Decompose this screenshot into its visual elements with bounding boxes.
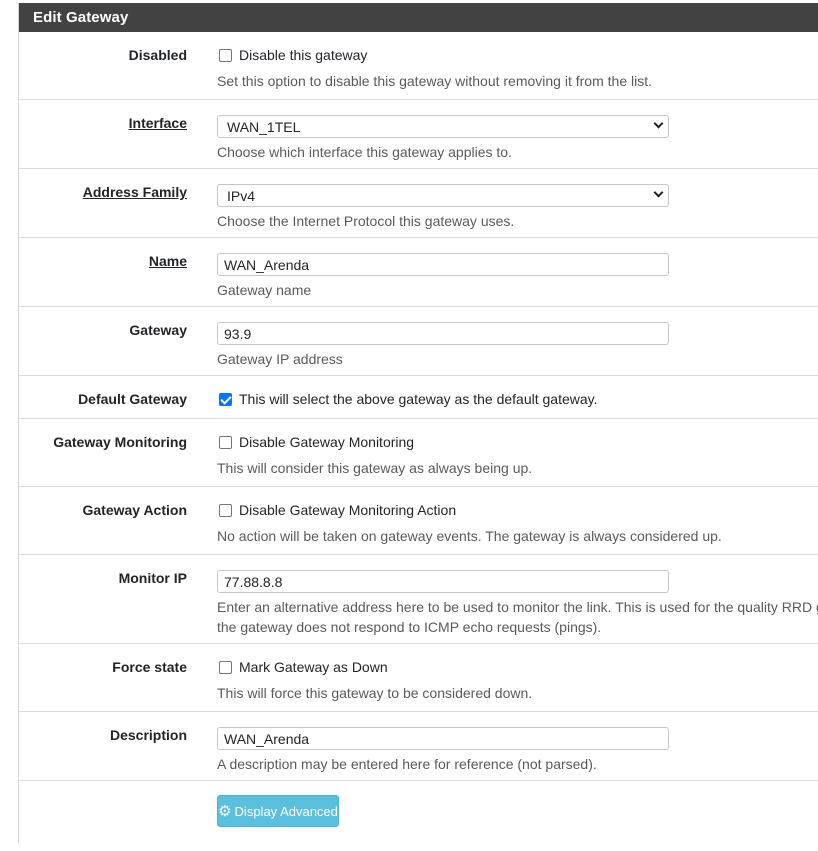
address-family-select-value: IPv4 bbox=[227, 188, 256, 204]
disable-gateway-checkbox-line[interactable]: Disable this gateway bbox=[217, 47, 367, 63]
row-monitor-ip: Monitor IP 77.88.8.8 Enter an alternativ… bbox=[19, 555, 818, 644]
row-default-gateway: Default Gateway This will select the abo… bbox=[19, 376, 818, 419]
gateway-ip-input-value: 93.9 bbox=[224, 326, 252, 342]
gateway-monitoring-checkbox-line[interactable]: Disable Gateway Monitoring bbox=[217, 434, 414, 450]
address-family-label[interactable]: Address Family bbox=[83, 184, 187, 200]
name-input[interactable]: WAN_Arenda bbox=[217, 253, 669, 276]
default-gateway-checkbox-line[interactable]: This will select the above gateway as th… bbox=[217, 391, 598, 407]
monitor-ip-input[interactable]: 77.88.8.8 bbox=[217, 570, 669, 593]
row-gateway: Gateway 93.9 Gateway IP address bbox=[19, 307, 818, 376]
monitor-ip-input-value: 77.88.8.8 bbox=[224, 574, 283, 590]
row-address-family: Address Family IPv4 Choose the Internet … bbox=[19, 169, 818, 238]
gateway-action-checkbox-line[interactable]: Disable Gateway Monitoring Action bbox=[217, 502, 456, 518]
row-name: Name WAN_Arenda Gateway name bbox=[19, 238, 818, 307]
mark-down-checkbox[interactable] bbox=[219, 660, 232, 674]
default-gateway-label: Default Gateway bbox=[78, 391, 187, 407]
panel-title: Edit Gateway bbox=[19, 3, 818, 32]
display-advanced-button[interactable]: ⚙ Display Advanced bbox=[217, 795, 339, 827]
force-state-checkbox-line[interactable]: Mark Gateway as Down bbox=[217, 659, 388, 675]
disabled-help: Set this option to disable this gateway … bbox=[217, 73, 652, 89]
row-disabled: Disabled Disable this gateway Set this o… bbox=[19, 32, 818, 100]
chevron-down-icon bbox=[653, 187, 664, 198]
row-gateway-monitoring: Gateway Monitoring Disable Gateway Monit… bbox=[19, 419, 818, 487]
description-help: A description may be entered here for re… bbox=[217, 756, 597, 772]
row-description: Description WAN_Arenda A description may… bbox=[19, 712, 818, 781]
gateway-label: Gateway bbox=[129, 322, 187, 338]
display-advanced-label: Display Advanced bbox=[234, 803, 338, 819]
row-display-advanced: ⚙ Display Advanced bbox=[19, 781, 818, 851]
gateway-action-label: Gateway Action bbox=[82, 502, 187, 518]
gear-icon: ⚙ bbox=[218, 802, 232, 820]
description-input[interactable]: WAN_Arenda bbox=[217, 727, 669, 750]
address-family-select[interactable]: IPv4 bbox=[217, 184, 669, 207]
mark-down-checkbox-label: Mark Gateway as Down bbox=[239, 659, 388, 675]
interface-help: Choose which interface this gateway appl… bbox=[217, 144, 512, 160]
name-label[interactable]: Name bbox=[149, 253, 187, 269]
force-state-help: This will force this gateway to be consi… bbox=[217, 685, 533, 701]
edit-gateway-panel: Edit Gateway Disabled Disable this gatew… bbox=[18, 3, 818, 843]
disable-monitoring-checkbox-label: Disable Gateway Monitoring bbox=[239, 434, 415, 450]
row-force-state: Force state Mark Gateway as Down This wi… bbox=[19, 644, 818, 712]
default-gateway-checkbox-label: This will select the above gateway as th… bbox=[239, 391, 598, 407]
monitor-ip-label: Monitor IP bbox=[118, 570, 187, 586]
row-gateway-action: Gateway Action Disable Gateway Monitorin… bbox=[19, 487, 818, 555]
disable-gateway-checkbox[interactable] bbox=[219, 48, 232, 62]
row-interface: Interface WAN_1TEL Choose which interfac… bbox=[19, 100, 818, 169]
disable-monitoring-checkbox[interactable] bbox=[219, 435, 232, 449]
gateway-help: Gateway IP address bbox=[217, 351, 343, 367]
interface-select[interactable]: WAN_1TEL bbox=[217, 115, 669, 138]
monitor-ip-help-line1: Enter an alternative address here to be … bbox=[217, 599, 818, 615]
force-state-label: Force state bbox=[112, 659, 187, 675]
interface-label[interactable]: Interface bbox=[129, 115, 187, 131]
monitor-ip-help-line2: the gateway does not respond to ICMP ech… bbox=[217, 619, 602, 635]
address-family-help: Choose the Internet Protocol this gatewa… bbox=[217, 213, 515, 229]
gateway-monitoring-help: This will consider this gateway as alway… bbox=[217, 460, 533, 476]
name-help: Gateway name bbox=[217, 282, 312, 298]
gateway-monitoring-label: Gateway Monitoring bbox=[53, 434, 187, 450]
default-gateway-checkbox[interactable] bbox=[219, 392, 232, 406]
interface-select-value: WAN_1TEL bbox=[227, 119, 301, 135]
disabled-label: Disabled bbox=[128, 47, 187, 63]
description-input-value: WAN_Arenda bbox=[224, 731, 310, 747]
disable-monitoring-action-checkbox-label: Disable Gateway Monitoring Action bbox=[239, 502, 457, 518]
disable-monitoring-action-checkbox[interactable] bbox=[219, 503, 232, 517]
chevron-down-icon bbox=[653, 118, 664, 129]
gateway-action-help: No action will be taken on gateway event… bbox=[217, 528, 722, 544]
gateway-ip-input[interactable]: 93.9 bbox=[217, 322, 669, 345]
name-input-value: WAN_Arenda bbox=[224, 257, 310, 273]
description-label: Description bbox=[109, 727, 187, 743]
disable-gateway-checkbox-label: Disable this gateway bbox=[239, 47, 368, 63]
